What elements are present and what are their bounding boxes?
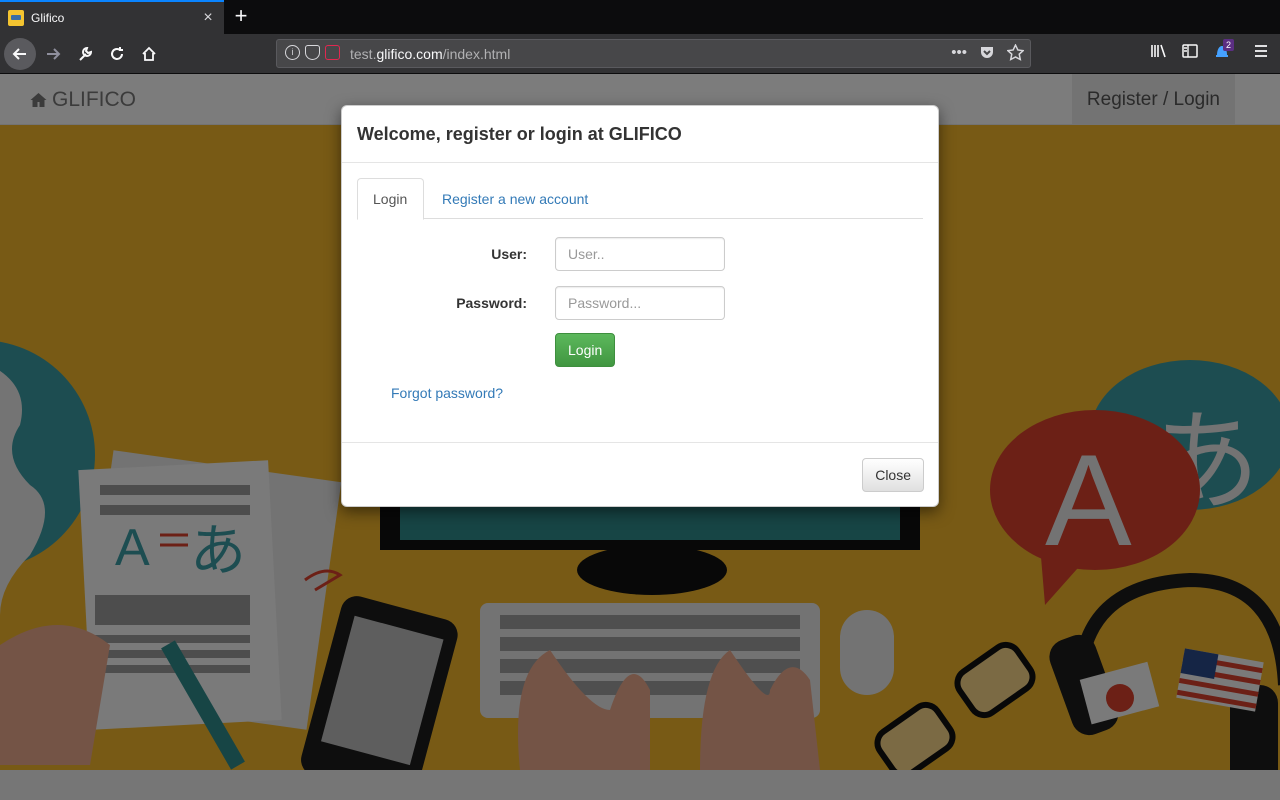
- hamburger-menu-icon[interactable]: [1253, 43, 1269, 64]
- wrench-icon: [79, 46, 93, 61]
- login-modal: Welcome, register or login at GLIFICO Lo…: [341, 105, 939, 507]
- site-favicon-icon: [8, 10, 24, 26]
- password-label: Password:: [456, 295, 527, 311]
- browser-tab-bar: Glifico × +: [0, 0, 1280, 34]
- auth-tabs: Login Register a new account: [357, 178, 923, 220]
- insecure-lock-icon[interactable]: [325, 45, 340, 60]
- arrow-left-icon: [12, 48, 26, 60]
- info-icon[interactable]: i: [285, 45, 300, 60]
- tab-title: Glifico: [31, 11, 65, 25]
- back-button[interactable]: [4, 38, 36, 70]
- tab-login[interactable]: Login: [357, 178, 424, 220]
- modal-title: Welcome, register or login at GLIFICO: [357, 124, 682, 144]
- close-button[interactable]: Close: [862, 458, 924, 492]
- browser-tab[interactable]: Glifico ×: [0, 0, 224, 34]
- password-input[interactable]: [555, 286, 725, 320]
- home-icon: [142, 46, 156, 61]
- url-text[interactable]: test.glifico.com/index.html: [350, 46, 510, 62]
- user-label: User:: [491, 246, 527, 262]
- reload-button[interactable]: [101, 38, 133, 70]
- modal-body: Login Register a new account User: Passw…: [342, 163, 938, 444]
- user-form-row: User:: [357, 237, 925, 271]
- new-tab-button[interactable]: +: [229, 5, 253, 29]
- password-form-row: Password:: [357, 286, 925, 320]
- browser-toolbar: i test.glifico.com/index.html ••• 2: [0, 34, 1280, 74]
- pocket-icon[interactable]: [979, 44, 995, 60]
- user-input[interactable]: [555, 237, 725, 271]
- arrow-right-icon: [47, 48, 61, 60]
- address-bar[interactable]: i test.glifico.com/index.html •••: [276, 39, 1031, 68]
- tab-close-icon[interactable]: ×: [196, 10, 220, 26]
- extension-badge: 2: [1223, 39, 1235, 51]
- sidebar-icon[interactable]: [1182, 43, 1198, 64]
- library-icon[interactable]: [1150, 43, 1167, 64]
- forward-button[interactable]: [37, 38, 69, 70]
- tab-register[interactable]: Register a new account: [426, 178, 604, 219]
- forgot-password-link[interactable]: Forgot password?: [391, 385, 503, 401]
- modal-footer: Close: [342, 442, 938, 506]
- page-actions-icon[interactable]: •••: [951, 44, 967, 61]
- reload-icon: [111, 47, 123, 60]
- home-button[interactable]: [133, 38, 165, 70]
- developer-tools-button[interactable]: [69, 38, 101, 70]
- page-viewport: GLIFICO Register / Login A あ: [0, 74, 1280, 800]
- bookmark-star-icon[interactable]: [1007, 44, 1024, 61]
- tracking-shield-icon[interactable]: [305, 45, 320, 60]
- login-button[interactable]: Login: [555, 333, 616, 367]
- modal-header: Welcome, register or login at GLIFICO: [342, 106, 938, 163]
